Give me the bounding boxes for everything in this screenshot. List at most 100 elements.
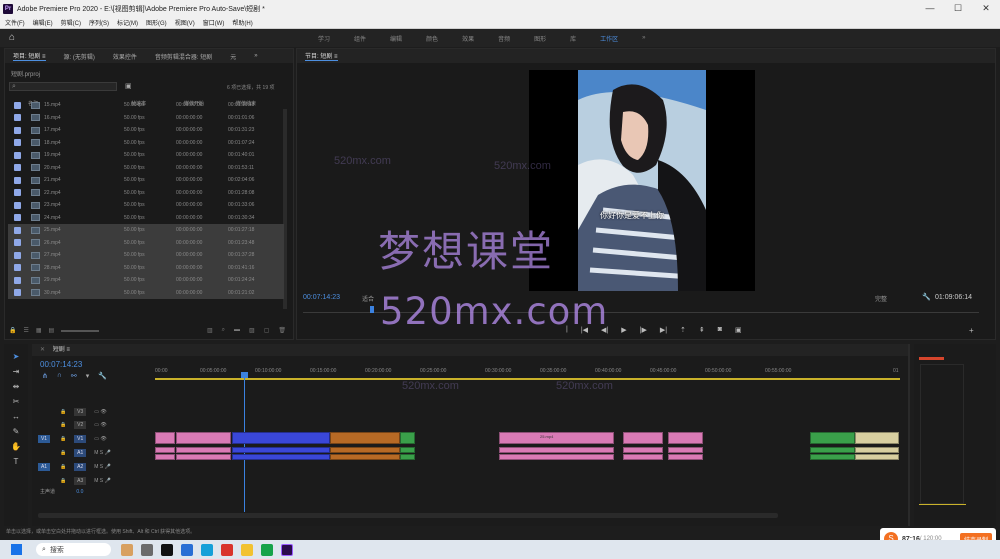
list-view-icon[interactable]: ☰ [23, 327, 28, 334]
audio-clip[interactable] [330, 447, 400, 453]
label-color-swatch[interactable] [14, 226, 21, 234]
label-color-swatch[interactable] [14, 126, 21, 134]
taskbar-premiere-icon[interactable] [281, 543, 293, 556]
audio-clip[interactable] [176, 454, 231, 460]
taskbar-search-box[interactable]: ⌕ 搜索 [36, 543, 111, 556]
label-color-swatch[interactable] [14, 114, 21, 122]
workspace-tab-effects[interactable]: 效果 [462, 34, 474, 43]
workspace-tab-audio[interactable]: 音频 [498, 34, 510, 43]
table-row[interactable]: 16.mp4 50.00 fps 00:00:00:00 00:01:01:06 [8, 112, 284, 125]
video-clip[interactable] [810, 432, 855, 444]
source-patch-toggle[interactable] [38, 449, 50, 457]
workspace-tab-graphics[interactable]: 图形 [534, 34, 546, 43]
tab-effect-controls[interactable]: 效果控件 [113, 52, 137, 61]
label-color-swatch[interactable] [14, 264, 21, 272]
table-row[interactable]: 23.mp4 50.00 fps 00:00:00:00 00:01:33:06 [8, 199, 284, 212]
program-current-time[interactable]: 00:07:14:23 [303, 294, 340, 301]
taskbar-widget-icon[interactable] [121, 543, 133, 556]
audio-clip[interactable] [855, 447, 899, 453]
panel-more-button[interactable]: » [254, 53, 257, 59]
track-select-tool-icon[interactable]: ⇥ [13, 367, 20, 376]
track-lock-icon[interactable]: 🔒 [60, 436, 66, 442]
timeline-scrollbar[interactable] [38, 513, 778, 518]
track-target-toggle[interactable]: A3 [74, 477, 87, 485]
table-row[interactable]: 15.mp4 50.00 fps 00:00:00:00 00:01:16:43 [8, 99, 284, 112]
nest-icon[interactable]: ⋔ [42, 372, 48, 380]
settings-wrench-icon[interactable]: 🔧 [922, 293, 931, 301]
track-target-toggle[interactable]: A1 [74, 449, 87, 457]
workspace-more-button[interactable]: » [642, 35, 645, 41]
extract-icon[interactable]: ⇞ [699, 326, 705, 334]
hand-tool-icon[interactable]: ✋ [11, 442, 21, 451]
timeline-timecode[interactable]: 00:07:14:23 [40, 360, 82, 369]
table-row[interactable]: 20.mp4 50.00 fps 00:00:00:00 00:01:53:11 [8, 162, 284, 175]
table-row[interactable]: 28.mp4 50.00 fps 00:00:00:00 00:01:41:16 [8, 261, 284, 274]
audio-clip[interactable] [668, 447, 703, 453]
track-lock-icon[interactable]: 🔒 [60, 464, 66, 470]
label-color-swatch[interactable] [14, 101, 21, 109]
track-mute-solo-icon[interactable]: M S 🎤 [94, 464, 111, 470]
export-frame-icon[interactable]: ◙ [718, 326, 722, 334]
audio-clip[interactable] [176, 447, 231, 453]
menu-edit[interactable]: 编辑(E) [33, 18, 53, 27]
track-visibility-icon[interactable]: ▭ 👁 [94, 436, 106, 442]
zoom-slider[interactable] [61, 330, 100, 332]
audio-clip[interactable] [400, 454, 415, 460]
go-to-out-icon[interactable]: ▶| [660, 326, 667, 334]
program-playhead[interactable] [370, 306, 374, 313]
video-clip[interactable] [176, 432, 231, 444]
source-patch-toggle[interactable] [38, 477, 50, 485]
maximize-button[interactable]: ☐ [944, 0, 972, 17]
track-header[interactable]: 🔒 V3 ▭ 👁 [38, 406, 154, 418]
track-target-toggle[interactable]: A2 [74, 463, 87, 471]
tab-project[interactable]: 项目: 短剧 ≡ [13, 51, 46, 61]
snap-icon[interactable]: ∩ [57, 372, 62, 380]
new-item-icon[interactable]: ▨ [249, 327, 255, 334]
source-patch-toggle[interactable]: V1 [38, 435, 50, 443]
type-tool-icon[interactable]: T [14, 457, 19, 466]
audio-clip[interactable] [330, 454, 400, 460]
find-icon[interactable]: ⌕ [222, 327, 225, 334]
close-button[interactable]: ✕ [972, 0, 1000, 17]
label-color-swatch[interactable] [14, 189, 21, 197]
audio-clip[interactable] [623, 447, 663, 453]
timeline-playhead-handle[interactable] [241, 372, 248, 378]
source-patch-toggle[interactable] [38, 421, 50, 429]
close-tab-icon[interactable]: ✕ [40, 347, 45, 353]
work-area-bar[interactable] [155, 378, 900, 380]
audio-clip[interactable] [499, 454, 614, 460]
play-button[interactable]: ▶ [621, 326, 626, 334]
label-color-swatch[interactable] [14, 139, 21, 147]
ripple-edit-tool-icon[interactable]: ⇹ [13, 382, 20, 391]
track-header[interactable]: 🔒 A3 M S 🎤 [38, 475, 154, 487]
track-lock-icon[interactable]: 🔒 [60, 409, 66, 415]
taskbar-app-icon[interactable] [181, 543, 193, 556]
home-icon[interactable]: ⌂ [9, 32, 20, 43]
quality-select[interactable]: 完整 [875, 294, 887, 303]
track-header[interactable]: 🔒 V2 ▭ 👁 [38, 419, 154, 431]
tab-audio-clip-mixer[interactable]: 音频剪辑混合器: 短剧 [155, 52, 212, 61]
track-lock-icon[interactable]: 🔒 [60, 450, 66, 456]
audio-clip[interactable] [810, 454, 855, 460]
label-color-swatch[interactable] [14, 151, 21, 159]
icon-view-icon[interactable]: ▦ [36, 327, 42, 334]
new-bin-footer-icon[interactable]: ▬ [234, 327, 240, 334]
source-patch-toggle[interactable] [38, 408, 50, 416]
table-row[interactable]: 19.mp4 50.00 fps 00:00:00:00 00:01:40:01 [8, 149, 284, 162]
taskbar-wechat-icon[interactable] [261, 543, 273, 556]
table-row[interactable]: 26.mp4 50.00 fps 00:00:00:00 00:01:23:48 [8, 236, 284, 249]
audio-clip[interactable] [810, 447, 855, 453]
video-clip[interactable] [499, 432, 614, 444]
audio-clip[interactable] [623, 454, 663, 460]
video-clip[interactable] [623, 432, 663, 444]
menu-sequence[interactable]: 序列(S) [89, 18, 109, 27]
menu-file[interactable]: 文件(F) [5, 18, 25, 27]
table-row[interactable]: 24.mp4 50.00 fps 00:00:00:00 00:01:30:34 [8, 212, 284, 225]
audio-clip[interactable] [400, 447, 415, 453]
menu-markers[interactable]: 标记(M) [117, 18, 138, 27]
add-marker-icon[interactable]: ▾ [86, 372, 90, 380]
workspace-tab-learn[interactable]: 学习 [318, 34, 330, 43]
label-color-swatch[interactable] [14, 239, 21, 247]
table-row[interactable]: 22.mp4 50.00 fps 00:00:00:00 00:01:28:08 [8, 187, 284, 200]
audio-clip[interactable] [855, 454, 899, 460]
